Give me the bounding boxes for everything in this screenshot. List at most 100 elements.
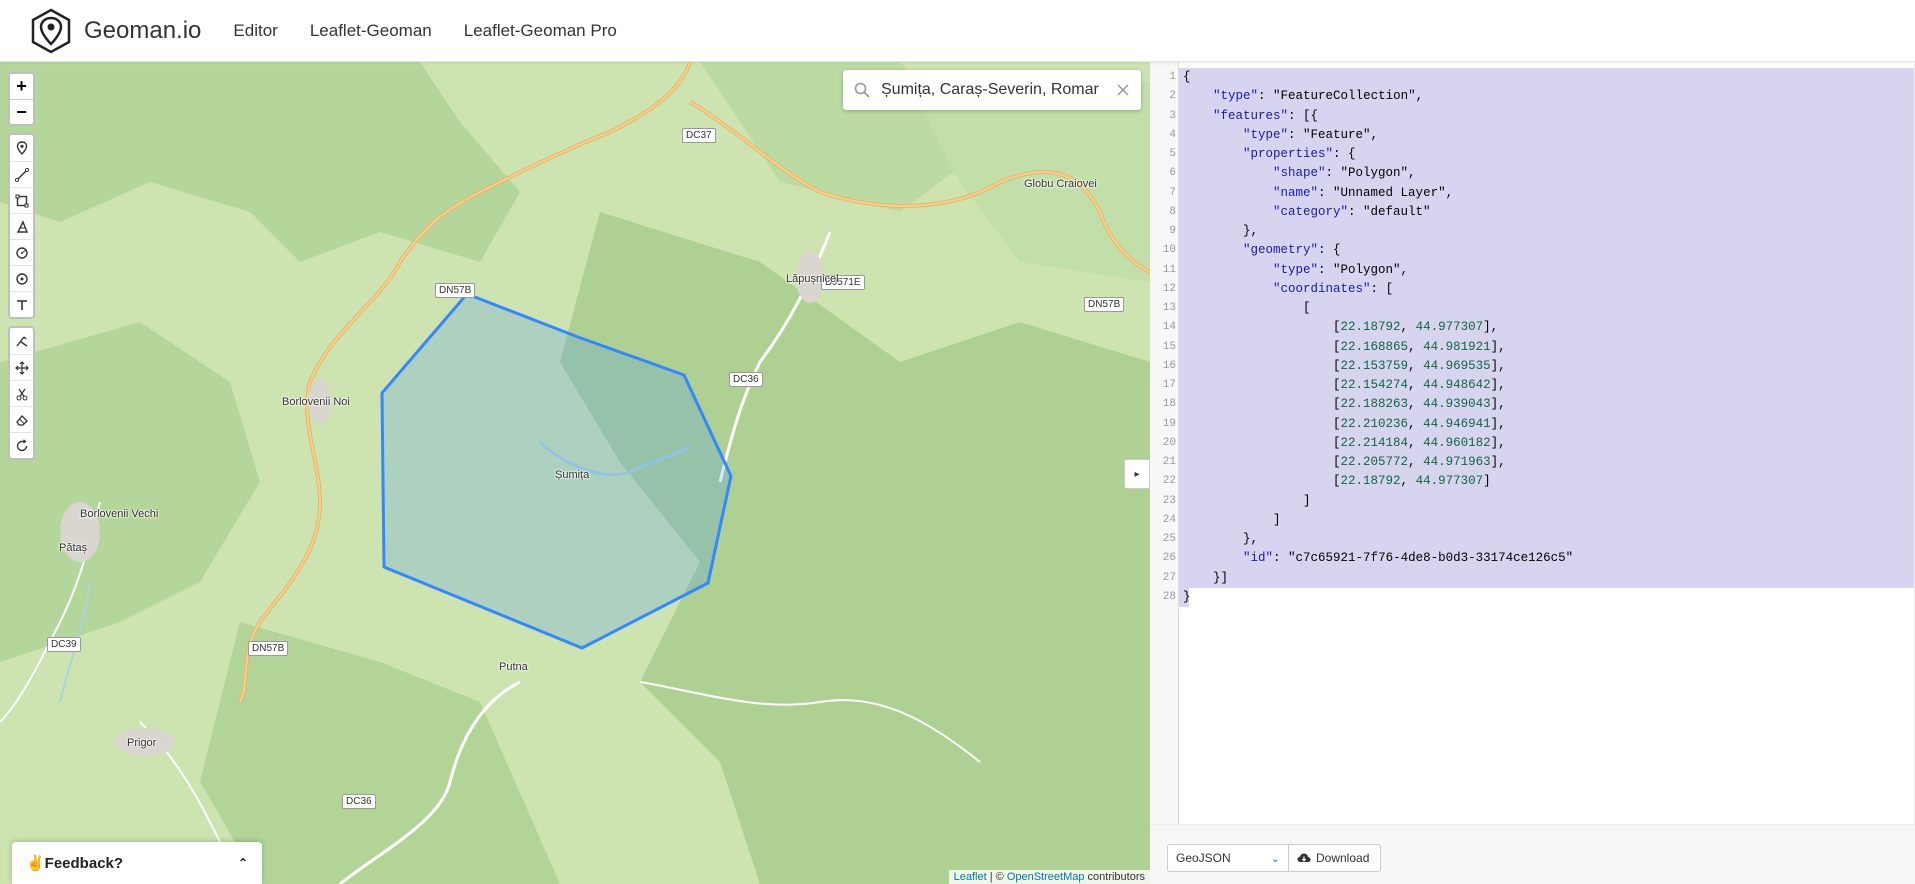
code-line: 13 [: [1163, 299, 1914, 319]
code-editor[interactable]: 1{2 "type": "FeatureCollection", 3 "featu…: [1150, 62, 1915, 824]
line-number: 21: [1162, 456, 1176, 468]
line-number: 17: [1162, 379, 1176, 391]
cut-icon: [16, 388, 27, 400]
line-number: 1: [1169, 71, 1176, 83]
place-label: Borlovenii Vechi: [80, 508, 159, 520]
draw-rectangle-button[interactable]: [10, 187, 33, 213]
zoom-control: + −: [8, 72, 35, 126]
cut-layers-button[interactable]: [10, 380, 33, 406]
attribution-tail: contributors: [1084, 871, 1145, 883]
feedback-widget[interactable]: ✌️Feedback? ⌃: [12, 842, 262, 884]
draw-circle-button[interactable]: [10, 239, 33, 265]
search-input[interactable]: [881, 81, 1107, 99]
code-line: 15 [22.168865, 44.981921],: [1163, 337, 1914, 357]
code-content[interactable]: 1{2 "type": "FeatureCollection", 3 "featu…: [1163, 68, 1914, 607]
code-line: 26 "id": "c7c65921-7f76-4de8-b0d3-33174c…: [1163, 549, 1914, 569]
nav-leaflet-geoman-pro[interactable]: Leaflet-Geoman Pro: [464, 21, 617, 41]
code-line: 18 [22.188263, 44.939043],: [1163, 395, 1914, 415]
code-line-text: "type": "Polygon",: [1273, 262, 1409, 277]
remove-layers-button[interactable]: [10, 406, 33, 432]
line-number: 28: [1162, 590, 1176, 603]
edit-layers-button[interactable]: [10, 328, 33, 354]
code-line: 5 "properties": {: [1169, 145, 1914, 165]
line-number: 22: [1162, 475, 1176, 488]
chevron-up-icon: ⌃: [237, 856, 248, 870]
draw-polyline-button[interactable]: [10, 161, 33, 187]
code-line: 14 [22.18792, 44.977307],: [1163, 318, 1914, 338]
zoom-out-button[interactable]: −: [10, 99, 33, 124]
code-line: 19 [22.210236, 44.946941],: [1163, 414, 1914, 434]
drag-layers-button[interactable]: [10, 354, 33, 380]
code-line: 24 ]: [1163, 510, 1914, 530]
code-line: 25 },: [1163, 530, 1914, 550]
line-number: 11: [1162, 263, 1176, 276]
code-line: 3 "features": [{: [1169, 106, 1914, 126]
code-line-text: }]: [1183, 570, 1229, 585]
code-line: 22 [22.18792, 44.977307]: [1163, 472, 1914, 492]
line-number: 16: [1162, 359, 1176, 372]
text-icon: [16, 299, 27, 310]
line-number: 6: [1169, 167, 1176, 180]
rotate-layers-button[interactable]: [10, 432, 33, 458]
line-number: 19: [1162, 417, 1176, 430]
map-canvas[interactable]: DC37 DN57B DJ571E DN57B DC36 DC39 DN57B …: [0, 62, 1150, 884]
line-number: 14: [1162, 321, 1176, 334]
code-line-text: "shape": "Polygon",: [1273, 166, 1416, 181]
code-line-text: [22.153759, 44.969535],: [1183, 358, 1506, 373]
nav-editor[interactable]: Editor: [233, 21, 277, 41]
code-line-text: "type": "FeatureCollection",: [1213, 89, 1424, 104]
zoom-in-button[interactable]: +: [10, 74, 33, 99]
line-number: 18: [1162, 398, 1176, 411]
code-line: 4 "type": "Feature",: [1169, 125, 1914, 145]
code-line: 10 "geometry": {: [1163, 241, 1914, 261]
draw-marker-button[interactable]: [10, 135, 33, 161]
line-number: 27: [1162, 571, 1176, 584]
line-number: 13: [1162, 302, 1176, 314]
code-line-text: [: [1183, 301, 1311, 315]
code-line-text: }: [1183, 589, 1191, 604]
code-line: 9 },: [1169, 222, 1914, 242]
map-attribution: Leaflet | © OpenStreetMap contributors: [948, 870, 1150, 884]
draw-text-button[interactable]: [10, 291, 33, 317]
edit-toolbar: [8, 326, 35, 460]
code-line: 1{: [1169, 68, 1914, 88]
top-navbar: Geoman.io Editor Leaflet-Geoman Leaflet-…: [0, 0, 1915, 62]
code-line: 27 }]: [1163, 568, 1914, 588]
draw-circle-marker-button[interactable]: [10, 265, 33, 291]
code-line-text: ]: [1183, 512, 1281, 527]
code-line: 11 "type": "Polygon",: [1163, 260, 1914, 280]
nav-leaflet-geoman[interactable]: Leaflet-Geoman: [310, 21, 432, 41]
code-line-text: "coordinates": [: [1273, 281, 1394, 296]
download-button[interactable]: Download: [1289, 844, 1381, 872]
code-line-text: [22.210236, 44.946941],: [1183, 416, 1506, 431]
code-line: 23 ]: [1163, 491, 1914, 511]
road-label: DN57B: [1084, 297, 1125, 312]
format-select[interactable]: GeoJSON ⌄: [1167, 844, 1289, 872]
line-number: 5: [1169, 148, 1176, 160]
osm-link[interactable]: OpenStreetMap: [1007, 871, 1085, 883]
marker-icon: [16, 141, 27, 155]
download-label: Download: [1316, 851, 1370, 865]
brand-name: Geoman.io: [84, 16, 202, 44]
code-line: 20 [22.214184, 44.960182],: [1163, 433, 1914, 453]
line-number: 4: [1169, 128, 1176, 141]
logo[interactable]: Geoman.io: [30, 8, 221, 54]
road-label: DC37: [682, 128, 716, 143]
line-number: 20: [1162, 436, 1176, 449]
code-line-text: [22.18792, 44.977307]: [1183, 474, 1491, 489]
line-number: 15: [1162, 340, 1176, 353]
draw-toolbar: [8, 133, 35, 319]
attribution-separator: | ©: [986, 871, 1007, 883]
code-line-text: "name": "Unnamed Layer",: [1273, 185, 1454, 200]
place-label: Lăpușnicel: [786, 273, 839, 285]
code-line: 16 [22.153759, 44.969535],: [1163, 356, 1914, 376]
line-number: 12: [1162, 282, 1176, 295]
code-line: 12 "coordinates": [: [1163, 279, 1914, 299]
code-line-text: [22.168865, 44.981921],: [1183, 339, 1506, 354]
clear-search-icon[interactable]: [1115, 82, 1131, 98]
collapse-panel-button[interactable]: ▸: [1124, 459, 1150, 489]
leaflet-link[interactable]: Leaflet: [954, 871, 987, 883]
geojson-panel: 1{2 "type": "FeatureCollection", 3 "featu…: [1150, 62, 1915, 884]
code-line-text: "id": "c7c65921-7f76-4de8-b0d3-33174ce12…: [1243, 551, 1574, 566]
draw-polygon-button[interactable]: [10, 213, 33, 239]
